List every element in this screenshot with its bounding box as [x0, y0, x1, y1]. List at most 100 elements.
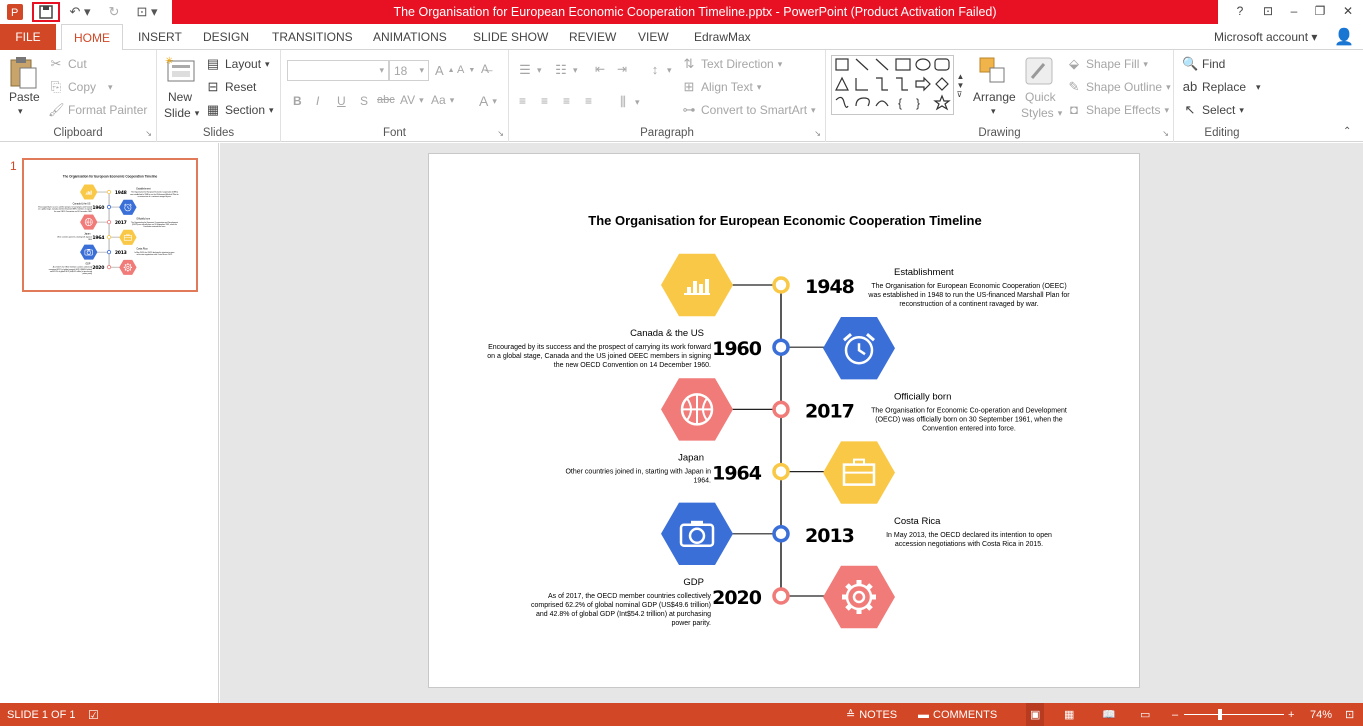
increase-indent-icon[interactable]: ⇥	[617, 62, 627, 76]
timeline-event[interactable]: 1948EstablishmentThe Organisation for Eu…	[80, 184, 179, 200]
font-size-dropdown[interactable]: 18 ▾	[389, 60, 429, 81]
slide-show-icon[interactable]: ▭	[1140, 703, 1150, 726]
ribbon-display-icon[interactable]: ⊡	[1254, 0, 1282, 22]
font-name-dropdown[interactable]: ▾	[287, 60, 389, 81]
timeline-event[interactable]: 2017Officially bornThe Organisation for …	[661, 378, 1067, 441]
shadow-button[interactable]: S	[360, 94, 368, 108]
slide-thumbnail[interactable]: The Organisation for European Economic C…	[22, 158, 198, 292]
arrange-button[interactable]: Arrange	[973, 90, 1016, 104]
quick-styles-button[interactable]: Quick	[1025, 90, 1056, 104]
event-hexagon[interactable]	[119, 259, 137, 275]
normal-view-icon[interactable]: ▣	[1026, 703, 1045, 726]
clipboard-launcher-icon[interactable]: ↘	[145, 129, 152, 138]
align-left-icon[interactable]: ≡	[519, 94, 526, 108]
tab-view[interactable]: VIEW	[638, 24, 669, 50]
undo-icon[interactable]: ↶ ▾	[66, 2, 94, 22]
restore-icon[interactable]: ❐	[1306, 0, 1334, 22]
timeline-event[interactable]: 2013Costa RicaIn May 2013, the OECD decl…	[661, 502, 1052, 565]
font-color-button[interactable]: A ▾	[479, 93, 497, 109]
new-slide-icon[interactable]: ✳	[165, 55, 197, 87]
help-icon[interactable]: ?	[1226, 0, 1254, 22]
shapes-scroll[interactable]: ▲ ▼ ⊽	[953, 55, 967, 115]
event-hexagon[interactable]	[823, 565, 895, 629]
tab-file[interactable]: FILE	[0, 24, 56, 50]
strikethrough-button[interactable]: abc	[377, 94, 395, 106]
align-text-button[interactable]: ⊞ Align Text ▾	[681, 79, 762, 95]
event-hexagon[interactable]	[80, 244, 98, 260]
copy-button[interactable]: ⎘ Copy ▾	[48, 79, 113, 95]
text-direction-button[interactable]: ⇅ Text Direction ▾	[681, 56, 783, 72]
tab-home[interactable]: HOME	[61, 24, 123, 51]
grow-font-icon[interactable]: A ▲	[435, 63, 455, 78]
paragraph-launcher-icon[interactable]: ↘	[814, 129, 821, 138]
reading-view-icon[interactable]: 📖	[1102, 703, 1116, 726]
convert-smartart-button[interactable]: ⊶ Convert to SmartArt ▾	[681, 102, 816, 118]
timeline-event[interactable]: 2013Costa RicaIn May 2013, the OECD decl…	[80, 244, 174, 260]
clear-formatting-icon[interactable]: A̶	[481, 62, 489, 76]
zoom-in-icon[interactable]: +	[1288, 703, 1294, 726]
notes-button[interactable]: ≙ NOTES	[846, 703, 897, 726]
drawing-launcher-icon[interactable]: ↘	[1162, 129, 1169, 138]
timeline-event[interactable]: 1964JapanOther countries joined in, star…	[57, 229, 137, 245]
account-name[interactable]: Microsoft account ▾	[1214, 24, 1317, 50]
fit-to-window-icon[interactable]: ⊡	[1345, 703, 1354, 726]
shrink-font-icon[interactable]: A ▼	[457, 64, 475, 76]
character-spacing-button[interactable]: AV ▾	[400, 93, 424, 107]
event-hexagon[interactable]	[80, 184, 98, 200]
tab-slide-show[interactable]: SLIDE SHOW	[473, 24, 548, 50]
arrange-icon[interactable]	[978, 56, 1010, 88]
zoom-level[interactable]: 74%	[1310, 703, 1332, 726]
collapse-ribbon-icon[interactable]: ⌃	[1343, 126, 1351, 137]
shapes-gallery[interactable]: {}	[831, 55, 967, 115]
timeline-event[interactable]: 2020GDPAs of 2017, the OECD member count…	[531, 565, 895, 629]
align-right-icon[interactable]: ≡	[563, 94, 570, 108]
new-slide-dropdown[interactable]: Slide ▾	[164, 106, 199, 120]
comments-button[interactable]: ▬ COMMENTS	[918, 703, 997, 726]
shape-fill-button[interactable]: ⬙ Shape Fill ▾	[1066, 56, 1148, 72]
tab-transitions[interactable]: TRANSITIONS	[272, 24, 353, 50]
close-icon[interactable]: ✕	[1334, 0, 1362, 22]
bullets-button[interactable]: ☰ ▾	[517, 62, 541, 78]
spell-check-icon[interactable]: ☑	[88, 703, 99, 726]
find-button[interactable]: 🔍 Find	[1182, 56, 1225, 72]
select-button[interactable]: ↖ Select ▾	[1182, 102, 1244, 118]
justify-icon[interactable]: ≡	[585, 94, 592, 108]
columns-button[interactable]: ⫼ ▾	[615, 94, 640, 110]
tab-animations[interactable]: ANIMATIONS	[373, 24, 447, 50]
quick-styles-icon[interactable]	[1024, 56, 1056, 88]
zoom-slider-thumb[interactable]	[1217, 709, 1222, 720]
cut-button[interactable]: ✂ Cut	[48, 56, 87, 72]
timeline-event[interactable]: 1960Canada & the USEncouraged by its suc…	[38, 199, 137, 215]
arrange-dropdown-icon[interactable]: ▾	[991, 106, 996, 117]
timeline-event[interactable]: 2020GDPAs of 2017, the OECD member count…	[49, 259, 137, 275]
paste-button[interactable]: Paste	[9, 90, 40, 104]
font-launcher-icon[interactable]: ↘	[497, 129, 504, 138]
tab-insert[interactable]: INSERT	[138, 24, 182, 50]
save-icon[interactable]	[32, 2, 60, 22]
new-slide-button[interactable]: New	[168, 90, 192, 104]
change-case-button[interactable]: Aa ▾	[431, 93, 454, 107]
tab-edrawmax[interactable]: EdrawMax	[694, 24, 751, 50]
paste-dropdown-icon[interactable]: ▾	[18, 106, 23, 117]
tab-review[interactable]: REVIEW	[569, 24, 616, 50]
paste-icon[interactable]	[8, 56, 40, 89]
numbering-button[interactable]: ☷ ▾	[553, 62, 577, 78]
underline-button[interactable]: U	[337, 94, 346, 108]
timeline-event[interactable]: 1960Canada & the USEncouraged by its suc…	[487, 317, 895, 380]
redo-icon[interactable]: ↻	[104, 2, 124, 22]
layout-button[interactable]: ▤ Layout ▾	[205, 56, 270, 72]
align-center-icon[interactable]: ≡	[541, 94, 548, 108]
bold-button[interactable]: B	[293, 94, 302, 108]
slide-title[interactable]: The Organisation for European Economic C…	[588, 213, 981, 228]
timeline-event[interactable]: 1964JapanOther countries joined in, star…	[565, 441, 895, 504]
decrease-indent-icon[interactable]: ⇤	[595, 62, 605, 76]
replace-button[interactable]: ab Replace ▾	[1182, 79, 1261, 95]
zoom-slider[interactable]	[1184, 703, 1284, 726]
slide-editing-area[interactable]: The Organisation for European Economic C…	[220, 143, 1363, 703]
quick-styles-dropdown[interactable]: Styles ▾	[1021, 106, 1062, 120]
shape-effects-button[interactable]: ◘ Shape Effects ▾	[1066, 102, 1169, 118]
timeline-event[interactable]: 1948EstablishmentThe Organisation for Eu…	[661, 253, 1070, 317]
minimize-icon[interactable]: –	[1280, 0, 1308, 22]
timeline-event[interactable]: 2017Officially bornThe Organisation for …	[80, 214, 179, 230]
shape-outline-button[interactable]: ✎ Shape Outline ▾	[1066, 79, 1171, 95]
